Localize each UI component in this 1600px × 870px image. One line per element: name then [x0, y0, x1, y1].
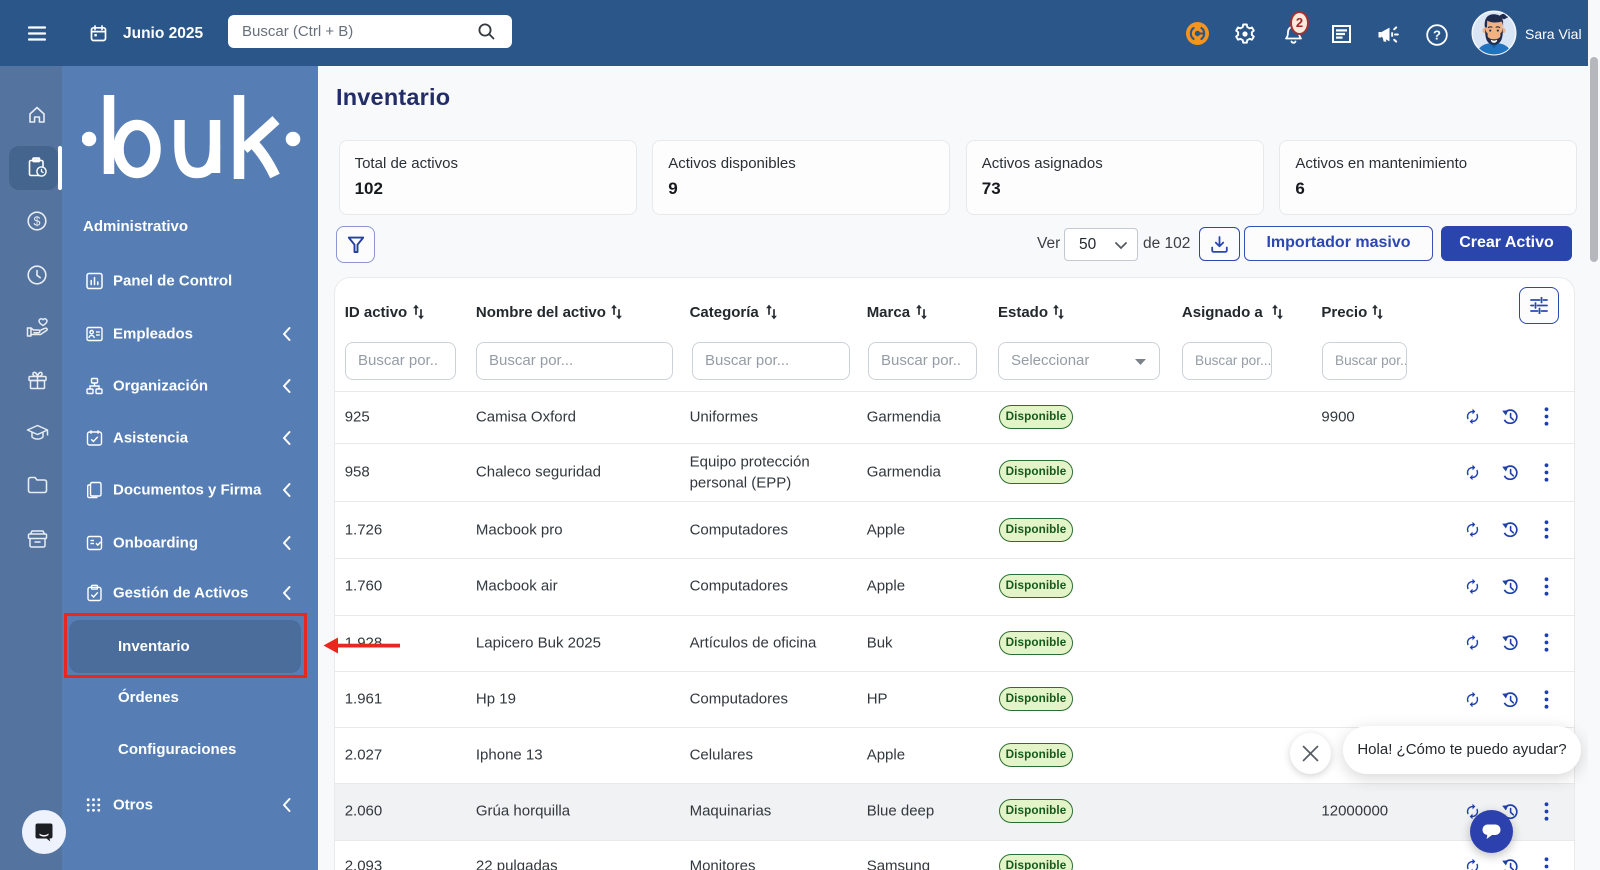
- svg-text:?: ?: [1433, 27, 1441, 42]
- svg-text:$: $: [34, 214, 41, 228]
